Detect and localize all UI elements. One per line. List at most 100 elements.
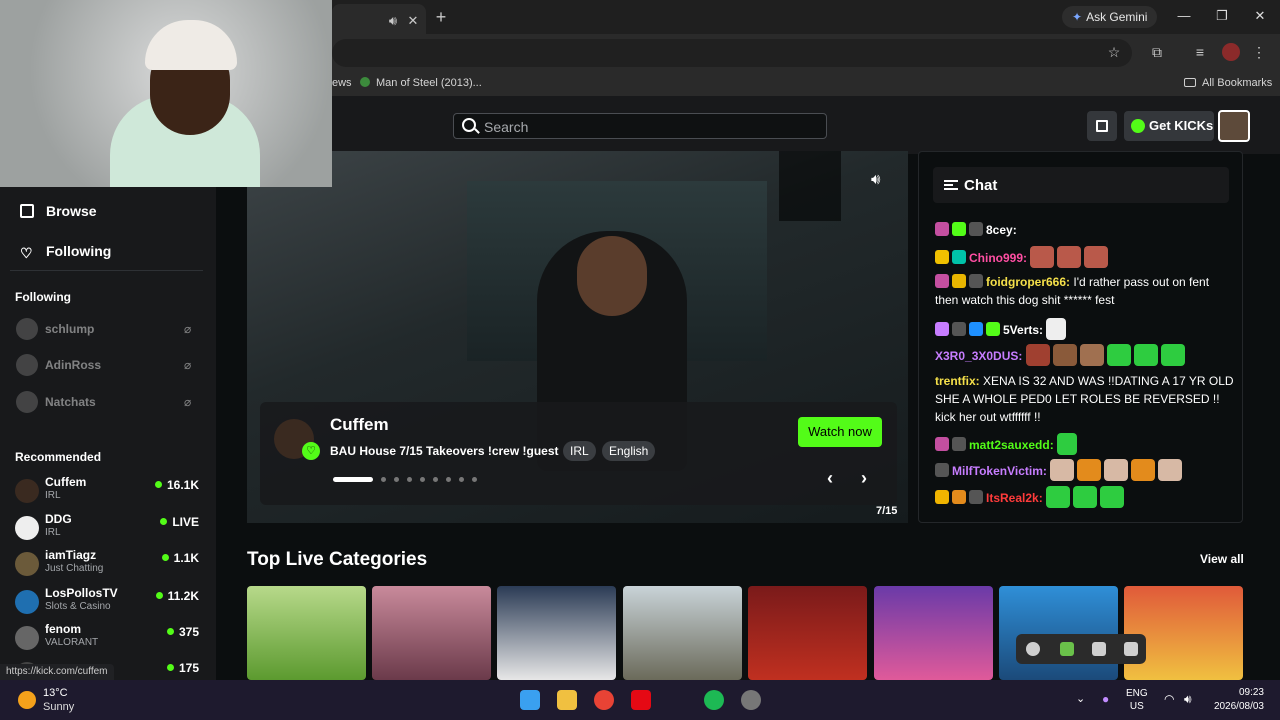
streamer-name[interactable]: Cuffem — [330, 415, 389, 435]
browse-grid-button[interactable] — [1087, 111, 1117, 141]
epic-icon[interactable] — [1124, 642, 1138, 656]
view-all-link[interactable]: View all — [1200, 552, 1244, 566]
carousel-dot[interactable] — [381, 477, 386, 482]
avatar — [15, 479, 39, 503]
close-tab-icon[interactable]: ✕ — [404, 12, 422, 30]
category-card-asmr[interactable] — [372, 586, 491, 680]
widget-icon[interactable] — [1092, 642, 1106, 656]
category-card-league[interactable] — [874, 586, 993, 680]
speaker-icon[interactable]: 🔊︎ — [384, 12, 402, 30]
carousel-dot[interactable] — [407, 477, 412, 482]
category-card-fc[interactable] — [497, 586, 616, 680]
capture-icon[interactable] — [1026, 642, 1040, 656]
recommended-channel[interactable]: Cuffem IRL 16.1K — [15, 475, 205, 505]
volume-icon[interactable]: 🔊︎ — [871, 171, 880, 188]
recommended-channel[interactable]: fenom VALORANT 375 — [15, 622, 205, 652]
recommended-channel[interactable]: LosPollosTV Slots & Casino 11.2K — [15, 586, 205, 616]
following-channel[interactable]: AdinRoss ⌀ — [16, 354, 206, 376]
badge-icon — [952, 222, 966, 236]
carousel-dot[interactable] — [472, 477, 477, 482]
emote-icon — [1106, 344, 1131, 366]
following-channel[interactable]: Natchats ⌀ — [16, 391, 206, 413]
sidebar-item-browse[interactable]: Browse — [20, 203, 97, 219]
viewer-count-value: 175 — [178, 661, 199, 675]
live-dot-icon — [166, 664, 174, 671]
new-tab-icon[interactable]: + — [432, 8, 450, 26]
stream-tag[interactable]: English — [602, 441, 656, 461]
nvidia-icon[interactable] — [1060, 642, 1074, 656]
media-controls-icon[interactable]: ≡ — [1191, 43, 1209, 61]
extensions-icon[interactable]: ⧉ — [1148, 43, 1166, 61]
wifi-icon[interactable]: ◠ — [1164, 692, 1174, 706]
profile-avatar[interactable] — [1222, 43, 1240, 61]
get-kicks-button[interactable]: Get KICKs — [1124, 111, 1214, 141]
restore-icon[interactable]: ❐ — [1208, 6, 1236, 26]
carousel-dot[interactable] — [433, 477, 438, 482]
all-bookmarks[interactable]: All Bookmarks — [1184, 77, 1272, 89]
streamer-head — [577, 236, 647, 316]
clock-date[interactable]: 2026/08/03 — [1204, 701, 1264, 712]
close-window-icon[interactable]: ✕ — [1246, 6, 1274, 26]
carousel-dot[interactable] — [420, 477, 425, 482]
spotify-icon[interactable] — [704, 690, 724, 710]
chat-username[interactable]: Chino999: — [969, 251, 1027, 265]
chat-username[interactable]: 5Verts: — [1003, 323, 1043, 337]
chat-username[interactable]: foidgroper666: — [986, 275, 1070, 289]
bookmark-star-icon[interactable]: ☆ — [1105, 43, 1123, 61]
ask-gemini-button[interactable]: ✦ Ask Gemini — [1062, 6, 1158, 28]
chat-username[interactable]: 8cey: — [986, 223, 1017, 237]
start-icon[interactable] — [520, 690, 540, 710]
watch-now-button[interactable]: Watch now — [798, 417, 882, 447]
chevron-left-icon[interactable]: ‹ — [827, 468, 833, 489]
category-card-slots[interactable] — [748, 586, 867, 680]
menu-kebab-icon[interactable]: ⋮ — [1250, 43, 1268, 61]
obs-icon[interactable] — [741, 690, 761, 710]
search-input[interactable]: Search — [453, 113, 827, 139]
browser-tab[interactable]: 🔊︎ ✕ — [332, 4, 426, 34]
chat-username[interactable]: trentfix: — [935, 374, 980, 388]
carousel-dot[interactable] — [394, 477, 399, 482]
category-card-touch-grass[interactable] — [247, 586, 366, 680]
bookmark-man-of-steel[interactable]: Man of Steel (2013)... — [360, 77, 482, 89]
carousel-dot-active[interactable] — [333, 477, 373, 482]
file-explorer-icon[interactable] — [557, 690, 577, 710]
address-bar[interactable] — [332, 39, 1132, 67]
chat-username[interactable]: ItsReal2k: — [986, 491, 1043, 505]
following-channel[interactable]: schlump ⌀ — [16, 318, 206, 340]
chat-username[interactable]: MilfTokenVictim: — [952, 464, 1047, 478]
weather-desc[interactable]: Sunny — [43, 701, 74, 713]
stream-tag[interactable]: IRL — [563, 441, 596, 461]
chrome-icon[interactable] — [594, 690, 614, 710]
chat-lines-icon[interactable] — [944, 180, 958, 190]
featured-stream-player[interactable]: 🔊︎ ♡ Cuffem BAU House 7/15 Takeovers !cr… — [247, 151, 908, 523]
weather-sun-icon[interactable] — [18, 691, 36, 709]
category-card-roblox[interactable] — [1124, 586, 1243, 680]
recommended-channel[interactable]: DDG IRL LIVE — [15, 512, 205, 542]
sidebar-item-following[interactable]: ♡ Following — [20, 243, 111, 260]
badge-icon — [935, 490, 949, 504]
featured-stream-card: ♡ Cuffem BAU House 7/15 Takeovers !crew … — [260, 402, 897, 505]
netflix-icon[interactable] — [631, 690, 651, 710]
emote-icon — [1025, 344, 1050, 366]
chevron-right-icon[interactable]: › — [861, 468, 867, 489]
emote-icon — [1160, 344, 1185, 366]
chevron-up-icon[interactable]: ⌄ — [1076, 692, 1085, 705]
microphone-icon[interactable]: ● — [1102, 692, 1109, 706]
volume-tray-icon[interactable]: 🔊︎ — [1184, 692, 1192, 707]
carousel-dot[interactable] — [446, 477, 451, 482]
language-indicator[interactable]: ENG US — [1126, 687, 1148, 713]
viewer-count: 16.1K — [154, 478, 199, 492]
minimize-icon[interactable]: — — [1170, 6, 1198, 26]
user-avatar[interactable] — [1218, 110, 1250, 142]
clock-time[interactable]: 09:23 — [1214, 687, 1264, 698]
follow-heart-icon[interactable]: ♡ — [302, 442, 320, 460]
category-card-just-chatting[interactable] — [999, 586, 1118, 680]
chat-username[interactable]: matt2sauxedd: — [969, 438, 1054, 452]
weather-temp[interactable]: 13°C — [43, 687, 68, 699]
chat-message: 8cey: — [935, 221, 1235, 239]
chat-username[interactable]: X3R0_3X0DUS: — [935, 349, 1022, 363]
carousel-dot[interactable] — [459, 477, 464, 482]
bookmark-news[interactable]: ews — [332, 77, 352, 89]
recommended-channel[interactable]: iamTiagz Just Chatting 1.1K — [15, 548, 205, 578]
category-card-gta[interactable] — [623, 586, 742, 680]
